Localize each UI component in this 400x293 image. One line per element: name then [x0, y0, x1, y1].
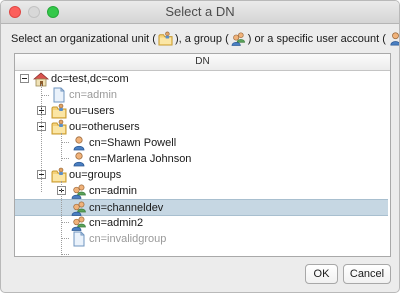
tree-connector-line	[41, 95, 49, 96]
tree-row[interactable]: ou=users	[15, 103, 388, 119]
ou-folder-icon	[51, 103, 67, 119]
ou-folder-icon	[158, 31, 173, 46]
tree-row-label: cn=invalidgroup	[89, 233, 167, 245]
tree-connector-line	[61, 238, 69, 239]
tree-row[interactable]: ou=otherusers	[15, 119, 388, 135]
document-icon	[51, 87, 67, 103]
user-icon	[388, 31, 400, 46]
group-icon	[71, 200, 87, 216]
tree-row-label: cn=admin	[89, 185, 138, 197]
dn-tree-table[interactable]: DN dc=test,dc=com cn=admin ou=users ou=othe…	[14, 53, 391, 257]
group-icon	[71, 183, 87, 199]
instructions: Select an organizational unit ( ), a gro…	[11, 31, 400, 46]
cancel-button[interactable]: Cancel	[343, 264, 391, 284]
tree-row-label: cn=channeldev	[89, 202, 164, 214]
tree-row-label: ou=users	[69, 105, 115, 117]
column-header-dn[interactable]: DN	[15, 54, 390, 71]
tree-row[interactable]: cn=Shawn Powell	[15, 135, 388, 151]
group-icon	[71, 215, 87, 231]
tree-row[interactable]: cn=admin	[15, 87, 388, 103]
instructions-text-1: Select an organizational unit (	[11, 32, 156, 45]
tree-connector-line	[61, 222, 69, 223]
tree-row[interactable]: cn=invalidgroup	[15, 231, 388, 247]
tree-connector-line	[61, 158, 69, 159]
user-icon	[71, 135, 87, 151]
instructions-text-3: ) or a specific user account (	[247, 32, 386, 45]
tree-connector-line	[61, 133, 62, 161]
tree-connector-line	[61, 254, 69, 255]
tree-row[interactable]: cn=Marlena Johnson	[15, 151, 388, 167]
tree-row[interactable]: ou=groups	[15, 167, 388, 183]
tree-connector-line	[41, 84, 42, 192]
tree-row-label: ou=groups	[69, 169, 122, 181]
dialog-window: Select a DN Select an organizational uni…	[0, 0, 400, 293]
instructions-text-2: ), a group (	[174, 32, 229, 45]
collapse-toggle[interactable]	[20, 74, 29, 83]
ou-folder-icon	[51, 167, 67, 183]
tree-row-label: cn=Shawn Powell	[89, 137, 177, 149]
tree-row[interactable]: cn=channeldev	[15, 199, 388, 216]
tree-row[interactable]: dc=test,dc=com	[15, 71, 388, 87]
document-icon	[71, 231, 87, 247]
tree-connector-line	[61, 181, 62, 257]
ok-button[interactable]: OK	[305, 264, 338, 284]
tree-row[interactable]: cn=admin	[15, 183, 388, 199]
tree-row-label: ou=otherusers	[69, 121, 140, 133]
window-title: Select a DN	[165, 4, 235, 19]
tree-row-label: cn=admin	[69, 89, 118, 101]
group-icon	[231, 31, 246, 46]
user-icon	[71, 151, 87, 167]
ou-folder-icon	[51, 119, 67, 135]
titlebar: Select a DN	[1, 1, 399, 24]
tree-row[interactable]: cn=admin2	[15, 215, 388, 231]
tree-row-label: cn=Marlena Johnson	[89, 153, 192, 165]
tree-row-label: cn=admin2	[89, 217, 144, 229]
tree-connector-line	[61, 142, 69, 143]
tree-row-label: dc=test,dc=com	[51, 73, 129, 85]
